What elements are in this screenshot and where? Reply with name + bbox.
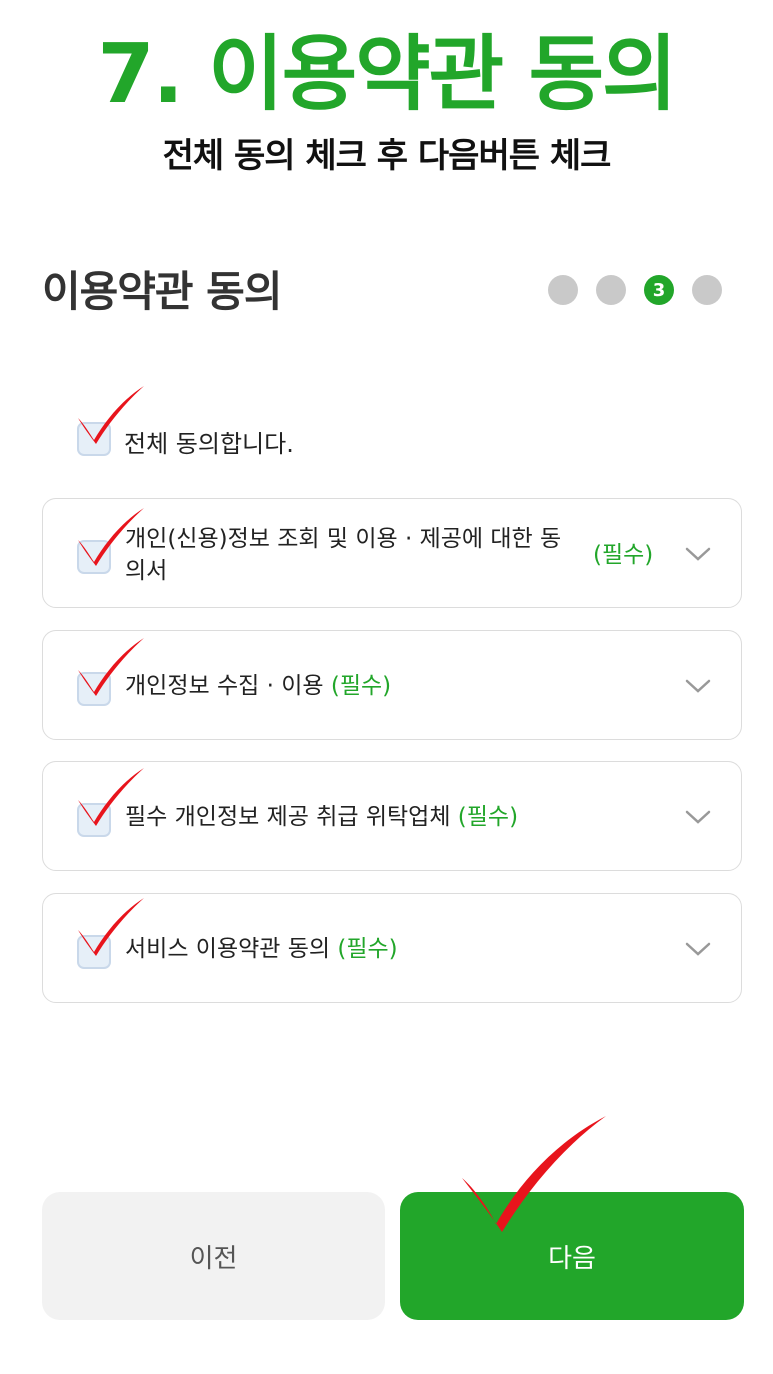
red-checkmark-icon [78,768,144,826]
term-label: 필수 개인정보 제공 취급 위탁업체 (필수) [125,804,519,830]
required-badge: (필수) [337,936,398,962]
step-dot [692,275,722,305]
red-checkmark-icon [78,508,144,566]
chevron-down-icon[interactable] [683,671,713,701]
banner-title: 7. 이용약관 동의 [97,27,678,122]
required-badge: (필수) [457,804,519,830]
step-dot [596,275,626,305]
term-label: 서비스 이용약관 동의 (필수) [125,936,398,962]
required-badge: (필수) [330,673,392,699]
term-card-collect-use[interactable]: 개인정보 수집 · 이용 (필수) [42,630,742,740]
red-checkmark-icon [78,898,144,956]
term-label: 개인(신용)정보 조회 및 이용 · 제공에 대한 동 의서 [125,526,562,584]
required-badge: (필수) [593,542,654,568]
term-label: 개인정보 수집 · 이용 (필수) [125,673,392,699]
chevron-down-icon[interactable] [683,802,713,832]
step-indicator: 3 [548,275,722,305]
prev-button[interactable]: 이전 [42,1192,385,1320]
term-card-consignment[interactable]: 필수 개인정보 제공 취급 위탁업체 (필수) [42,761,742,871]
chevron-down-icon[interactable] [683,539,713,569]
chevron-down-icon[interactable] [683,934,713,964]
term-card-credit-info[interactable]: 개인(신용)정보 조회 및 이용 · 제공에 대한 동 의서 (필수) [42,498,742,608]
step-dot-current: 3 [644,275,674,305]
red-checkmark-icon [78,386,144,444]
page-title: 이용약관 동의 [42,267,282,316]
step-dot [548,275,578,305]
banner-subtitle: 전체 동의 체크 후 다음버튼 체크 [162,136,612,176]
red-checkmark-icon [78,638,144,696]
red-checkmark-icon [462,1116,606,1232]
term-card-service-terms[interactable]: 서비스 이용약관 동의 (필수) [42,893,742,1003]
agree-all-label: 전체 동의합니다. [124,430,294,458]
